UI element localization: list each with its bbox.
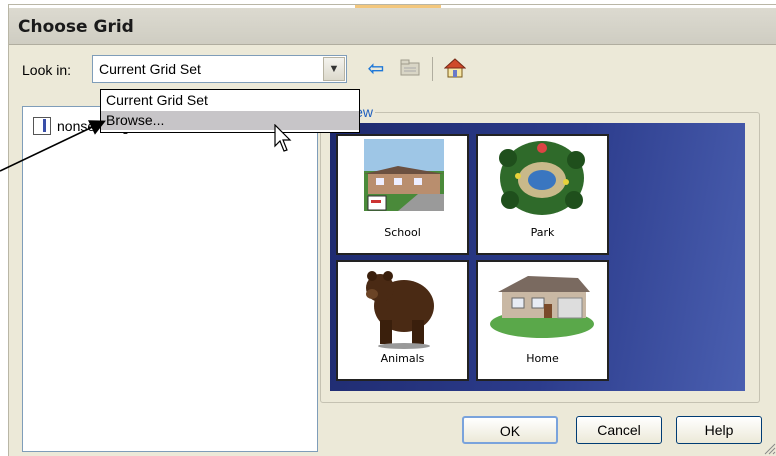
mouse-cursor-icon <box>274 124 292 152</box>
annotation-arrow <box>0 120 106 172</box>
